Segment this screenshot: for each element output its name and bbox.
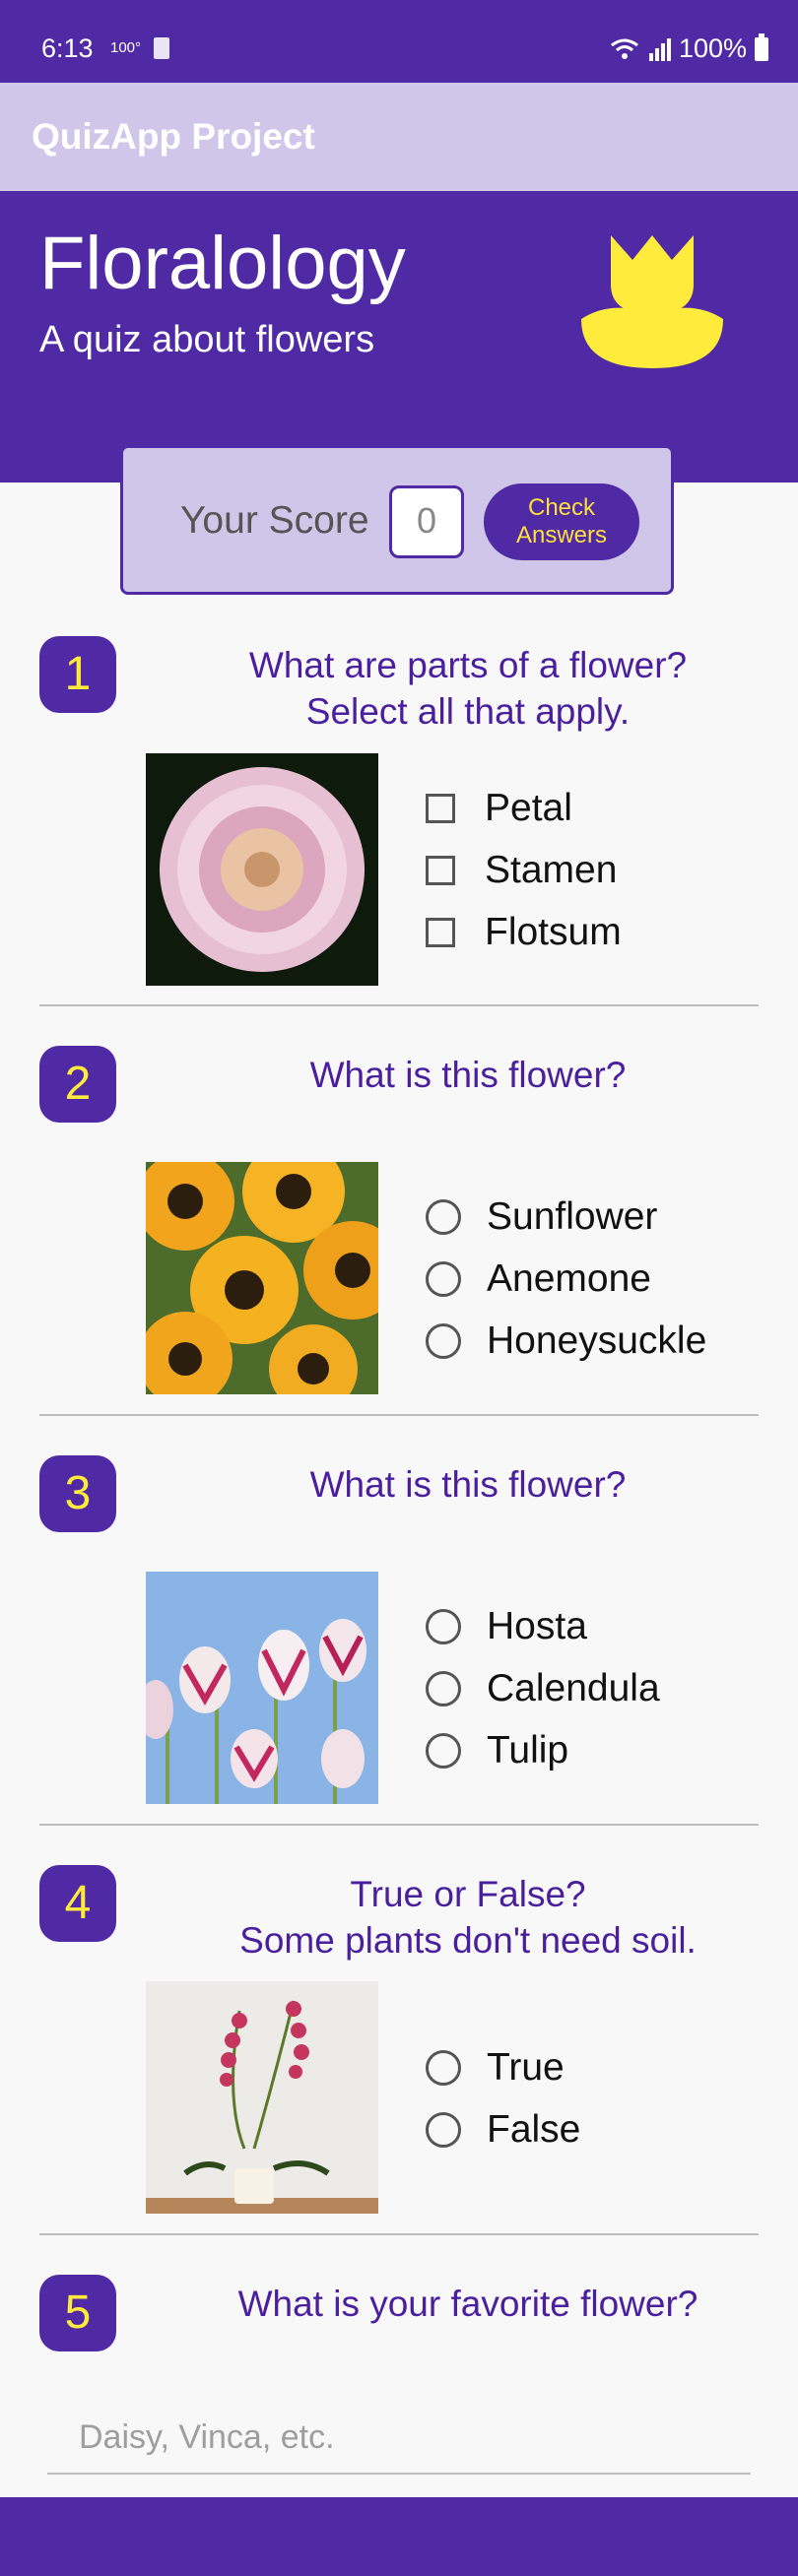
quiz-subtitle: A quiz about flowers — [39, 319, 375, 360]
option-label: False — [487, 2107, 581, 2151]
calendar-icon — [154, 37, 169, 59]
orchid-image — [146, 1981, 378, 2214]
tulip-logo-icon — [581, 235, 723, 368]
status-temp: 100° — [110, 39, 142, 56]
radio-button[interactable] — [426, 1260, 461, 1297]
hero-header: Floralology A quiz about flowers — [0, 191, 798, 483]
question-2-options: Sunflower Anemone Honeysuckle — [426, 1186, 706, 1372]
score-label: Your Score — [180, 499, 369, 542]
option-label: Sunflower — [487, 1194, 658, 1238]
option-label: Flotsum — [485, 910, 622, 953]
battery-text: 100% — [678, 33, 747, 63]
option-anemone[interactable]: Anemone — [426, 1248, 706, 1310]
app-title: QuizApp Project — [32, 116, 315, 157]
option-label: Calendula — [487, 1666, 660, 1709]
divider — [39, 2233, 759, 2235]
question-5-text: What is your favorite flower? — [237, 2284, 698, 2324]
wifi-icon — [611, 38, 638, 59]
divider — [39, 1004, 759, 1006]
question-1-line-1: What are parts of a flower? — [248, 645, 688, 685]
question-1-text: What are parts of a flower? Select all t… — [177, 642, 759, 735]
question-5-number: 5 — [39, 2275, 116, 2351]
radio-button[interactable] — [426, 1322, 461, 1359]
status-time: 6:13 — [41, 33, 94, 63]
radio-button[interactable] — [426, 1608, 461, 1644]
score-panel: Your Score 0 Check Answers — [120, 445, 674, 595]
option-stamen[interactable]: Stamen — [426, 839, 622, 901]
question-3-number: 3 — [39, 1455, 116, 1532]
option-tulip[interactable]: Tulip — [426, 1719, 660, 1781]
favorite-flower-field — [47, 2403, 751, 2483]
option-label: Anemone — [487, 1256, 651, 1300]
option-label: Petal — [485, 786, 572, 829]
radio-button[interactable] — [426, 1670, 461, 1707]
question-2-text: What is this flower? — [309, 1055, 627, 1095]
favorite-flower-input[interactable] — [47, 2403, 751, 2475]
option-label: Hosta — [487, 1604, 587, 1647]
signal-icon — [648, 37, 671, 61]
question-3-text: What is this flower? — [309, 1464, 627, 1505]
sunflower-image — [146, 1162, 378, 1394]
checkbox[interactable] — [426, 917, 455, 947]
question-1-number: 1 — [39, 636, 116, 713]
option-flotsum[interactable]: Flotsum — [426, 901, 622, 963]
status-right: 100% — [610, 32, 768, 64]
app-bar: QuizApp Project — [0, 83, 798, 191]
radio-button[interactable] — [426, 2111, 461, 2148]
option-false[interactable]: False — [426, 2098, 580, 2160]
question-4-line-1: True or False? — [350, 1874, 586, 1914]
option-label: True — [487, 2045, 565, 2089]
option-label: Stamen — [485, 848, 618, 891]
question-3-options: Hosta Calendula Tulip — [426, 1595, 660, 1781]
option-honeysuckle[interactable]: Honeysuckle — [426, 1310, 706, 1372]
option-calendula[interactable]: Calendula — [426, 1657, 660, 1719]
divider — [39, 1414, 759, 1416]
question-4-number: 4 — [39, 1865, 116, 1942]
tulip-image — [146, 1572, 378, 1804]
radio-button[interactable] — [426, 1198, 461, 1235]
battery-icon — [755, 32, 768, 61]
check-answers-label-1: Check — [527, 494, 596, 521]
option-hosta[interactable]: Hosta — [426, 1595, 660, 1657]
bottom-bar — [0, 2497, 798, 2576]
question-1-line-2: Select all that apply. — [305, 691, 631, 732]
score-value: 0 — [389, 485, 464, 558]
option-label: Tulip — [487, 1728, 569, 1771]
checkbox[interactable] — [426, 855, 455, 885]
option-label: Honeysuckle — [487, 1319, 707, 1362]
question-4-text: True or False? Some plants don't need so… — [177, 1871, 759, 1964]
question-4-line-2: Some plants don't need soil. — [239, 1920, 697, 1961]
radio-button[interactable] — [426, 2049, 461, 2086]
radio-button[interactable] — [426, 1732, 461, 1769]
option-true[interactable]: True — [426, 2036, 580, 2098]
option-sunflower[interactable]: Sunflower — [426, 1186, 706, 1248]
dahlia-image — [146, 753, 378, 986]
question-4-options: True False — [426, 2036, 580, 2160]
check-answers-button[interactable]: Check Answers — [484, 483, 639, 560]
quiz-title: Floralology — [39, 222, 406, 305]
check-answers-label-2: Answers — [515, 522, 608, 548]
question-1-options: Petal Stamen Flotsum — [426, 777, 622, 963]
option-petal[interactable]: Petal — [426, 777, 622, 839]
divider — [39, 1824, 759, 1826]
checkbox[interactable] — [426, 793, 455, 823]
status-bar: 6:13 100° 100% — [0, 0, 798, 83]
question-2-number: 2 — [39, 1046, 116, 1123]
